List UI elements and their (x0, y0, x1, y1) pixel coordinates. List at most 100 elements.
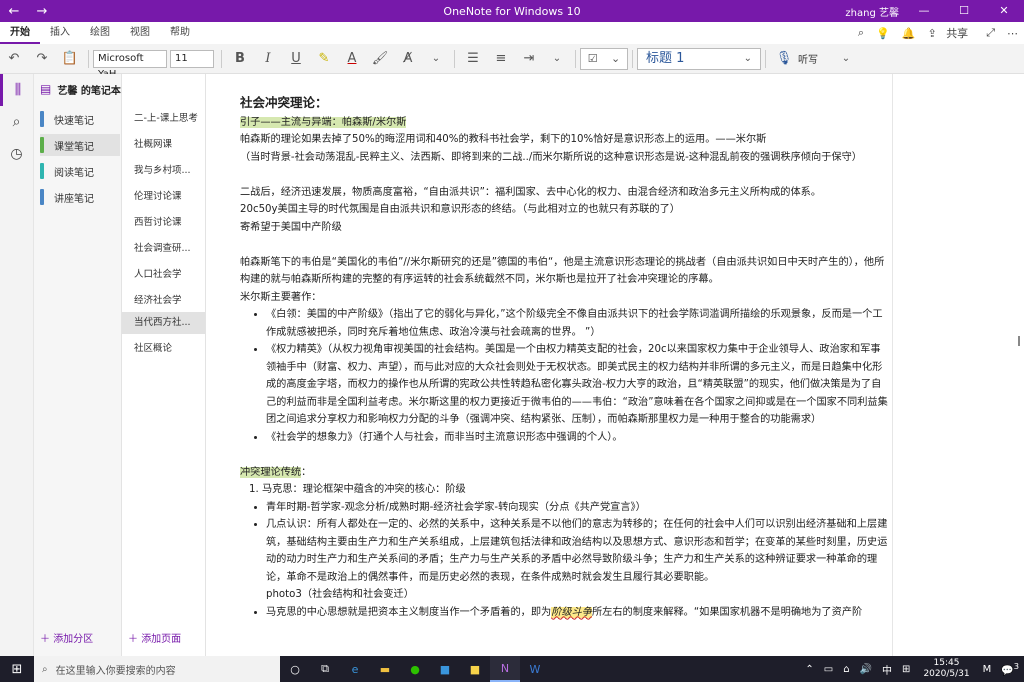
note-title[interactable]: 社会冲突理论： (240, 94, 888, 112)
section-label: 讲座笔记 (54, 193, 94, 205)
font-size-input[interactable]: 11 (170, 49, 214, 68)
maximize-button[interactable]: ☐ (944, 0, 984, 22)
forward-arrow-icon[interactable]: → (28, 4, 56, 19)
format-painter-icon[interactable]: 🖌 (366, 51, 394, 66)
style-select[interactable]: 标题 1 ⌄ (637, 47, 761, 70)
sub-list: 青年时期-哲学家-观念分析/成熟时期-经济社会学家-转向现实（分点《共产党宣言》… (266, 499, 888, 622)
display-icon[interactable]: ▭ (824, 664, 833, 675)
network-icon[interactable]: ⌂ (843, 664, 849, 675)
bell-icon[interactable]: 🔔 (902, 27, 916, 40)
sticky-notes-icon[interactable]: ■ (460, 656, 490, 682)
search-icon[interactable]: ⌕ (858, 26, 864, 40)
chevron-down-icon[interactable]: ⌄ (422, 53, 450, 64)
cortana-icon[interactable]: ○ (280, 656, 310, 682)
word-icon[interactable]: W (520, 656, 550, 682)
lightbulb-icon[interactable]: 💡 (876, 27, 890, 40)
task-view-icon[interactable]: ⧉ (310, 656, 340, 682)
redo-icon[interactable]: ↷ (28, 51, 56, 66)
section-label: 快速笔记 (54, 115, 94, 127)
page-item[interactable]: 人口社会学 (122, 264, 205, 286)
chevron-down-icon: ⌄ (611, 52, 621, 65)
recent-clock-icon[interactable]: ◷ (0, 138, 33, 170)
tab-view[interactable]: 视图 (120, 22, 160, 44)
clock[interactable]: 15:45 2020/5/31 (923, 658, 969, 680)
add-page-button[interactable]: ＋ 添加页面 (128, 630, 181, 645)
microphone-icon[interactable]: 🎙 (770, 51, 798, 66)
list-item-text: 马克思：理论框架中蕴含的冲突的核心：阶级 (262, 484, 466, 495)
notebooks-icon[interactable]: ⫼ (0, 74, 33, 106)
ime-mode-icon[interactable]: Ⅿ (983, 664, 992, 675)
bold-button[interactable]: B (226, 51, 254, 66)
section-item-active[interactable]: 课堂笔记 (40, 134, 120, 156)
ime-indicator[interactable]: 中 (882, 662, 892, 677)
clear-format-icon[interactable]: A̸ (394, 51, 422, 66)
windows-start-icon[interactable]: ⊞ (0, 662, 34, 677)
tab-draw[interactable]: 绘图 (80, 22, 120, 44)
page-item[interactable]: 我与乡村项... (122, 160, 205, 182)
volume-icon[interactable]: 🔊 (860, 664, 872, 675)
indent-icon[interactable]: ⇥ (515, 51, 543, 66)
chevron-down-icon: ⌄ (743, 52, 752, 64)
wechat-icon[interactable]: ● (400, 656, 430, 682)
divider (632, 49, 633, 68)
underline-button[interactable]: U (282, 51, 310, 66)
page-item[interactable]: 伦理讨论课 (122, 186, 205, 208)
section-item[interactable]: 阅读笔记 (40, 160, 120, 182)
notification-icon[interactable]: 💬3 (1001, 661, 1019, 676)
divider (575, 49, 576, 68)
tab-home[interactable]: 开始 (0, 22, 40, 44)
dictate-button[interactable]: 听写 (798, 51, 818, 66)
minimize-button[interactable]: — (904, 0, 944, 22)
scrollbar-thumb[interactable] (1018, 336, 1020, 346)
numbered-list-icon[interactable]: ≡ (487, 51, 515, 66)
page-item-active[interactable]: 当代西方社... (122, 312, 205, 334)
checkbox-icon: ☑ (587, 52, 598, 65)
chevron-down-icon[interactable]: ⌄ (832, 53, 860, 64)
section-item[interactable]: 讲座笔记 (40, 186, 120, 208)
account-name[interactable]: zhang 艺馨 (845, 4, 899, 19)
window-controls: — ☐ ✕ (904, 0, 1024, 22)
taskbar-search[interactable]: ⌕ 在这里输入你要搜索的内容 (34, 656, 280, 682)
share-button[interactable]: ⇪ 共享 (927, 25, 974, 41)
page-item[interactable]: 社区概论 (122, 338, 205, 360)
store-icon[interactable]: ■ (430, 656, 460, 682)
font-color-icon[interactable]: A (338, 51, 366, 66)
page-item[interactable]: 社会调查研... (122, 238, 205, 260)
input-method-icon[interactable]: ⊞ (902, 664, 910, 675)
tab-insert[interactable]: 插入 (40, 22, 80, 44)
tab-help[interactable]: 帮助 (160, 22, 200, 44)
divider (221, 49, 222, 68)
add-section-button[interactable]: ＋ 添加分区 (40, 630, 93, 645)
undo-icon[interactable]: ↶ (0, 51, 28, 66)
page-item[interactable]: 西哲讨论课 (122, 212, 205, 234)
more-icon[interactable]: ⋯ (1007, 27, 1018, 40)
section-label: 阅读笔记 (54, 167, 94, 179)
title-bar: ← → OneNote for Windows 10 zhang 艺馨 — ☐ … (0, 0, 1024, 22)
paragraph: （当时背景-社会动荡混乱-民粹主义、法西斯、即将到来的二战../而米尔斯所说的这… (240, 151, 862, 163)
search-icon[interactable]: ⌕ (0, 106, 33, 138)
italic-button[interactable]: I (254, 51, 282, 66)
clipboard-icon[interactable]: 📋 (56, 51, 84, 66)
page-item[interactable]: 社概网课 (122, 134, 205, 156)
file-explorer-icon[interactable]: ▬ (370, 656, 400, 682)
page-item[interactable]: 二-上-课上思考 (122, 108, 205, 130)
share-label: 共享 (946, 27, 969, 40)
edge-icon[interactable]: e (340, 656, 370, 682)
bullet-list-icon[interactable]: ☰ (459, 51, 487, 66)
note-canvas[interactable]: 社会冲突理论： 引子——主流与异端：帕森斯/米尔斯 帕森斯的理论如果去掉了50%… (206, 74, 1024, 656)
font-name-input[interactable]: Microsoft YaH (93, 49, 167, 80)
highlight-icon[interactable]: ✎ (310, 51, 338, 66)
onenote-icon[interactable]: N (490, 656, 520, 682)
highlighted-term: 阶级斗争 (551, 606, 592, 618)
page-item[interactable]: 经济社会学 (122, 290, 205, 312)
back-arrow-icon[interactable]: ← (0, 4, 28, 19)
paragraph: 寄希望于美国中产阶级 (240, 221, 342, 233)
expand-icon[interactable]: ⤢ (986, 26, 995, 40)
chevron-up-icon[interactable]: ⌃ (805, 664, 813, 675)
note-body[interactable]: 社会冲突理论： 引子——主流与异端：帕森斯/米尔斯 帕森斯的理论如果去掉了50%… (240, 94, 888, 621)
close-button[interactable]: ✕ (984, 0, 1024, 22)
chevron-down-icon[interactable]: ⌄ (543, 53, 571, 64)
section-item[interactable]: 快速笔记 (40, 108, 120, 130)
todo-tag-button[interactable]: ☑ ⌄ (580, 47, 628, 70)
section-color-tab (40, 111, 44, 127)
